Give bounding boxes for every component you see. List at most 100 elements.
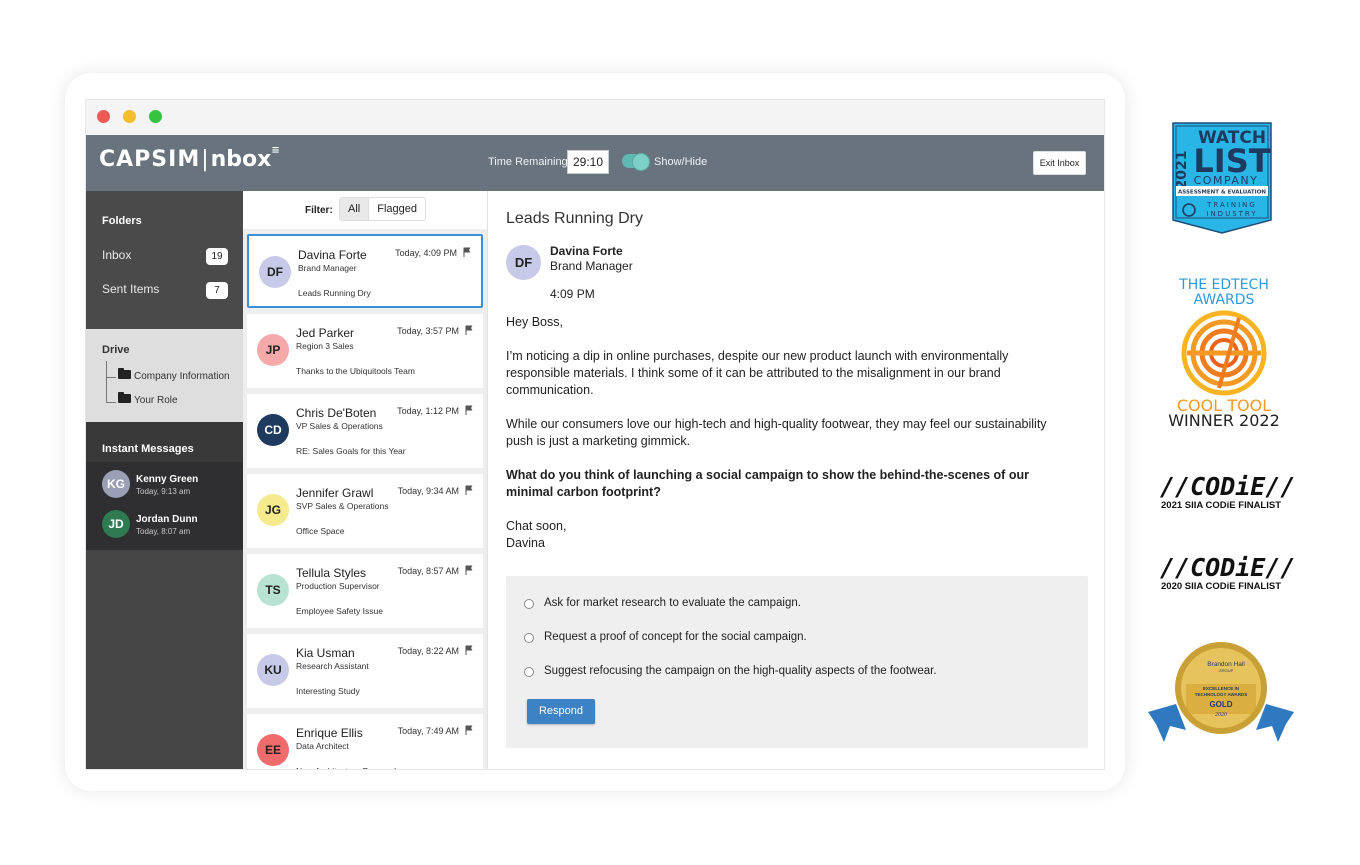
avatar: KG — [102, 470, 130, 498]
message-sender-name: Tellula Styles — [296, 566, 367, 580]
codie-logo-text: //CODiE// — [1160, 553, 1296, 582]
flag-icon[interactable] — [465, 485, 473, 495]
edtech-award-badge: THE EDTECH AWARDS COOL TOOL WINNER 2022 — [1168, 278, 1280, 432]
maximize-window-button[interactable] — [149, 110, 162, 123]
message-subject: Thanks to the Ubiquitools Team — [296, 366, 415, 376]
flag-icon[interactable] — [465, 405, 473, 415]
app-header: CAPSIM|nbox≡ Time Remaining 29:10 Show/H… — [86, 135, 1104, 191]
message-card[interactable]: CD Chris De'Boten VP Sales & Operations RE:… — [247, 394, 483, 468]
edtech-title-line1: THE EDTECH — [1179, 277, 1269, 293]
email-paragraph: While our consumers love our high-tech a… — [506, 417, 1047, 448]
reading-pane: Leads Running Dry DF Davina Forte Brand … — [488, 191, 1104, 769]
logo-inbox-text: nbox — [210, 147, 272, 172]
im-item-jordan-dunn[interactable]: JD Jordan Dunn Today, 8:07 am — [102, 510, 242, 542]
exit-inbox-button[interactable]: Exit Inbox — [1033, 151, 1086, 175]
brandon-hall-gold-medal: Brandon Hall GROUP EXCELLENCE IN TECHNOL… — [1148, 642, 1294, 742]
drive-section: Drive Company Information Your Role — [86, 329, 243, 422]
technology-awards-text: TECHNOLOGY AWARDS — [1195, 692, 1248, 697]
email-closing: Chat soon, — [506, 519, 567, 533]
choice-label: Ask for market research to evaluate the … — [544, 597, 801, 609]
close-window-button[interactable] — [97, 110, 110, 123]
flag-icon[interactable] — [465, 565, 473, 575]
brandon-hall-group: GROUP — [1219, 668, 1234, 673]
respond-button[interactable]: Respond — [527, 699, 595, 724]
message-time: Today, 8:57 AM — [397, 566, 459, 576]
filter-toggle-group: All Flagged — [339, 197, 426, 221]
message-sender-name: Davina Forte — [298, 248, 367, 262]
window-titlebar — [86, 100, 1104, 135]
radio-button[interactable] — [524, 667, 534, 677]
im-name: Jordan Dunn — [136, 514, 198, 525]
medal-year-text: 2020 — [1215, 712, 1227, 718]
drive-item-label: Company Information — [134, 371, 230, 382]
message-sender-name: Jed Parker — [296, 326, 355, 340]
message-card[interactable]: EE Enrique EllisData Architect New Archite… — [247, 714, 483, 769]
im-item-kenny-green[interactable]: KG Kenny Green Today, 9:13 am — [102, 470, 242, 502]
message-sender-name: Jennifer Grawl — [296, 486, 374, 500]
tree-branch — [106, 402, 116, 403]
folder-inbox[interactable]: Inbox 19 — [102, 248, 228, 266]
avatar: CD — [257, 414, 289, 446]
message-list: Filter: All Flagged DF Davina Forte Brand … — [243, 191, 488, 769]
message-sender-role: Data Architect — [296, 741, 349, 751]
flag-icon[interactable] — [465, 645, 473, 655]
flag-icon[interactable] — [463, 247, 471, 257]
filter-all-button[interactable]: All — [340, 198, 369, 220]
drive-item-company-information[interactable]: Company Information — [118, 368, 230, 384]
radio-button[interactable] — [524, 599, 534, 609]
message-subject: RE: Sales Goals for this Year — [296, 446, 406, 456]
message-time: Today, 7:49 AM — [397, 726, 459, 736]
message-card[interactable]: JG Jennifer Grawl SVP Sales & Operations Of… — [247, 474, 483, 548]
codie-2020-badge: //CODiE// 2020 SIIA CODiE FINALIST — [1160, 553, 1296, 595]
choice-label: Request a proof of concept for the socia… — [544, 631, 807, 643]
sent-count-badge: 7 — [206, 282, 228, 299]
sidebar: Folders Inbox 19 Sent Items 7 Drive Comp… — [86, 191, 243, 769]
message-card[interactable]: KU Kia Usman Research Assistant Interesting… — [247, 634, 483, 708]
flag-icon[interactable] — [465, 725, 473, 735]
message-subject: Employee Safety Issue — [296, 606, 383, 616]
folder-sent-label: Sent Items — [102, 282, 160, 296]
folders-heading: Folders — [102, 215, 142, 227]
message-time: Today, 3:57 PM — [397, 326, 459, 336]
avatar: JP — [257, 334, 289, 366]
filter-label: Filter: — [305, 205, 333, 216]
radio-button[interactable] — [524, 633, 534, 643]
im-name: Kenny Green — [136, 474, 199, 485]
tree-line — [106, 361, 107, 403]
minimize-window-button[interactable] — [123, 110, 136, 123]
message-sender-name: Kia Usman — [296, 646, 355, 660]
avatar: EE — [257, 734, 289, 766]
codie-2021-badge: //CODiE// 2021 SIIA CODiE FINALIST — [1160, 472, 1296, 514]
message-sender-role: VP Sales & Operations — [296, 421, 383, 431]
gold-text: GOLD — [1209, 700, 1232, 709]
message-time: Today, 1:12 PM — [397, 406, 459, 416]
company-text: COMPANY — [1194, 174, 1259, 187]
codie-logo-text: //CODiE// — [1160, 472, 1296, 501]
edtech-swirl-icon — [1181, 310, 1267, 396]
folder-sent-items[interactable]: Sent Items 7 — [102, 282, 228, 300]
message-card[interactable]: TS Tellula Styles Production Supervisor Emp… — [247, 554, 483, 628]
message-sender-role: Brand Manager — [298, 263, 357, 273]
message-sender-name: Enrique Ellis — [296, 726, 363, 740]
avatar: JG — [257, 494, 289, 526]
instant-messages-heading: Instant Messages — [102, 443, 194, 455]
app-window: CAPSIM|nbox≡ Time Remaining 29:10 Show/H… — [85, 99, 1105, 770]
im-time: Today, 9:13 am — [136, 487, 191, 496]
drive-item-your-role[interactable]: Your Role — [118, 392, 178, 408]
ribbon-right — [1256, 704, 1294, 742]
message-time: Today, 9:34 AM — [397, 486, 459, 496]
message-time: Today, 8:22 AM — [397, 646, 459, 656]
message-card[interactable]: DF Davina Forte Brand Manager Leads Running… — [247, 234, 483, 308]
message-sender-role: SVP Sales & Operations — [296, 501, 389, 511]
email-signature: Davina — [506, 536, 545, 550]
folder-inbox-label: Inbox — [102, 248, 132, 262]
edtech-winner: WINNER 2022 — [1168, 411, 1280, 430]
filter-flagged-button[interactable]: Flagged — [368, 198, 425, 220]
message-card[interactable]: JP Jed Parker Region 3 Sales Thanks to the … — [247, 314, 483, 388]
sender-name: Davina Forte — [550, 244, 623, 258]
show-hide-toggle[interactable] — [622, 153, 650, 171]
watch-year-text: 2021 — [1174, 151, 1190, 190]
flag-icon[interactable] — [465, 325, 473, 335]
time-remaining-label: Time Remaining — [488, 156, 568, 168]
message-sender-role: Production Supervisor — [296, 581, 380, 591]
